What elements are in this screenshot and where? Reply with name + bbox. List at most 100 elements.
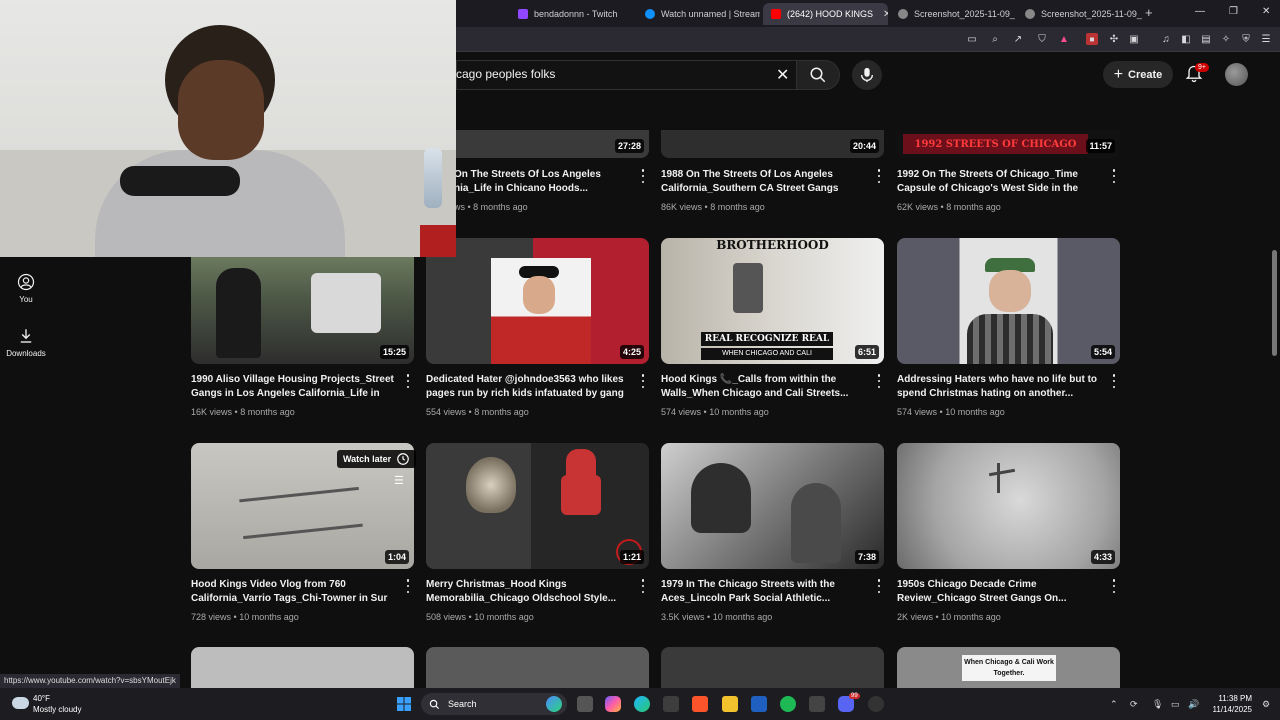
video-title[interactable]: Addressing Haters who have no life but t… — [897, 373, 1107, 401]
zoom-icon[interactable]: ⌕ — [989, 33, 1001, 45]
browser-tab-active[interactable]: (2642) HOOD KINGS ✕ — [763, 3, 888, 25]
video-thumbnail[interactable]: 5:54 — [897, 238, 1120, 364]
video-thumbnail[interactable] — [191, 647, 414, 688]
clock-date[interactable]: 11/14/2025 — [1206, 705, 1252, 714]
more-options-icon[interactable] — [876, 169, 882, 183]
menu-icon[interactable]: ☰ — [1260, 33, 1272, 45]
tattoo-mark — [988, 468, 1016, 477]
video-title[interactable]: 1990 Aliso Village Housing Projects_Stre… — [191, 373, 401, 401]
video-thumbnail[interactable]: 4:33 — [897, 443, 1120, 569]
music-icon[interactable]: ♫ — [1160, 33, 1172, 45]
video-thumbnail[interactable]: 1:21 — [426, 443, 649, 569]
account-avatar[interactable] — [1225, 63, 1248, 86]
volume-icon[interactable]: 🔊 — [1188, 699, 1199, 710]
new-tab-button[interactable]: + — [1145, 5, 1153, 20]
video-thumbnail[interactable]: 7:38 — [661, 443, 884, 569]
page-scrollbar[interactable] — [1272, 250, 1277, 356]
watch-later-button[interactable]: Watch later — [337, 450, 417, 468]
browser-tab[interactable]: Screenshot_2025-11-09_0 — [890, 3, 1015, 25]
copilot-icon[interactable] — [546, 696, 562, 712]
task-view-icon[interactable] — [577, 696, 593, 712]
copilot-app-icon[interactable] — [605, 696, 621, 712]
browser-tab[interactable]: Watch unnamed | Streamable — [637, 3, 760, 25]
more-options-icon[interactable] — [405, 374, 411, 388]
sidebar-item-label: You — [19, 295, 33, 304]
create-button[interactable]: + Create — [1103, 61, 1173, 88]
notification-center-icon[interactable]: ⚙ — [1262, 699, 1270, 710]
video-title[interactable]: On The Streets Of Los Angeles nia_Life i… — [454, 168, 634, 196]
clock-time[interactable]: 11:38 PM — [1214, 694, 1252, 703]
browser-tab[interactable]: bendadonnn - Twitch — [510, 3, 635, 25]
sidebar-item-you[interactable]: You — [5, 273, 47, 304]
outlook-icon[interactable] — [751, 696, 767, 712]
tray-chevron-icon[interactable]: ⌃ — [1110, 699, 1118, 710]
extension-icon[interactable]: ◼ — [1086, 33, 1098, 45]
rewards-icon[interactable]: ▲ — [1058, 33, 1070, 45]
video-title[interactable]: 1988 On The Streets Of Los Angeles Calif… — [661, 168, 871, 196]
video-thumbnail[interactable]: 1992 STREETS OF CHICAGO 11:57 — [897, 130, 1120, 158]
add-to-queue-icon[interactable]: ☰ — [394, 474, 408, 488]
file-explorer-icon[interactable] — [722, 696, 738, 712]
spotify-icon[interactable] — [780, 696, 796, 712]
video-thumbnail[interactable]: BROTHERHOOD REAL RECOGNIZE REAL WHEN CHI… — [661, 238, 884, 364]
upload-age: 10 months ago — [709, 407, 769, 417]
video-thumbnail[interactable] — [661, 647, 884, 688]
more-options-icon[interactable] — [1111, 579, 1117, 593]
close-tab-icon[interactable]: ✕ — [883, 9, 888, 20]
cast-icon[interactable]: ▭ — [966, 33, 978, 45]
plus-icon: + — [1113, 65, 1124, 83]
video-thumbnail[interactable] — [426, 647, 649, 688]
video-title[interactable]: Dedicated Hater @johndoe3563 who likes p… — [426, 373, 636, 401]
restore-icon[interactable]: ❐ — [1229, 6, 1238, 17]
more-options-icon[interactable] — [1111, 169, 1117, 183]
share-icon[interactable]: ↗ — [1012, 33, 1024, 45]
sidebar-toggle-icon[interactable]: ◧ — [1180, 33, 1192, 45]
vpn-icon[interactable]: ⛨ — [1240, 33, 1252, 45]
more-options-icon[interactable] — [640, 579, 646, 593]
payphone-shape — [733, 263, 763, 313]
view-count: 86K views — [661, 202, 703, 212]
browser-tab[interactable]: Screenshot_2025-11-09_0 — [1017, 3, 1142, 25]
sync-icon[interactable]: ⟳ — [1130, 699, 1138, 710]
video-thumbnail[interactable]: 27:28 — [426, 130, 649, 158]
more-options-icon[interactable] — [876, 579, 882, 593]
video-thumbnail[interactable]: 20:44 — [661, 130, 884, 158]
close-window-icon[interactable]: ✕ — [1262, 6, 1270, 17]
windows-start-icon[interactable] — [397, 697, 411, 711]
video-title[interactable]: Hood Kings 📞_Calls from within the Walls… — [661, 373, 871, 401]
weather-description[interactable]: Mostly cloudy — [33, 705, 81, 714]
video-meta: 728 views • 10 months ago — [191, 612, 299, 622]
obs-icon[interactable] — [868, 696, 884, 712]
weather-temperature[interactable]: 40°F — [33, 694, 50, 703]
more-options-icon[interactable] — [640, 169, 646, 183]
brave-shield-icon[interactable]: ⛉ — [1036, 33, 1048, 45]
voice-search-button[interactable] — [852, 60, 882, 90]
minimize-icon[interactable]: — — [1195, 6, 1205, 17]
network-icon[interactable]: ▭ — [1171, 699, 1180, 710]
video-title[interactable]: 1992 On The Streets Of Chicago_Time Caps… — [897, 168, 1107, 196]
more-options-icon[interactable] — [405, 579, 411, 593]
more-options-icon[interactable] — [876, 374, 882, 388]
edge-icon[interactable] — [634, 696, 650, 712]
video-title[interactable]: 1979 In The Chicago Streets with the Ace… — [661, 578, 871, 606]
tab-label: (2642) HOOD KINGS — [787, 9, 874, 19]
video-title[interactable]: Hood Kings Video Vlog from 760 Californi… — [191, 578, 401, 606]
search-button[interactable] — [796, 60, 840, 90]
puzzle-icon[interactable]: ✣ — [1108, 33, 1120, 45]
app-icon[interactable] — [809, 696, 825, 712]
window-icon[interactable]: ▣ — [1128, 33, 1140, 45]
sidebar-item-downloads[interactable]: Downloads — [5, 327, 47, 358]
store-icon[interactable] — [663, 696, 679, 712]
mic-tray-icon[interactable]: 🎙 — [1152, 699, 1163, 710]
more-options-icon[interactable] — [1111, 374, 1117, 388]
video-title[interactable]: 1950s Chicago Decade Crime Review_Chicag… — [897, 578, 1107, 606]
leo-icon[interactable]: ✧ — [1220, 33, 1232, 45]
brave-icon[interactable] — [692, 696, 708, 712]
webcam-bottle — [424, 148, 442, 208]
wallet-icon[interactable]: ▤ — [1200, 33, 1212, 45]
video-title[interactable]: Merry Christmas_Hood Kings Memorabilia_C… — [426, 578, 636, 606]
video-thumbnail[interactable]: 4:25 — [426, 238, 649, 364]
more-options-icon[interactable] — [640, 374, 646, 388]
video-thumbnail[interactable]: When Chicago & Cali Work Together. — [897, 647, 1120, 688]
clear-search-icon[interactable]: ✕ — [776, 65, 789, 85]
